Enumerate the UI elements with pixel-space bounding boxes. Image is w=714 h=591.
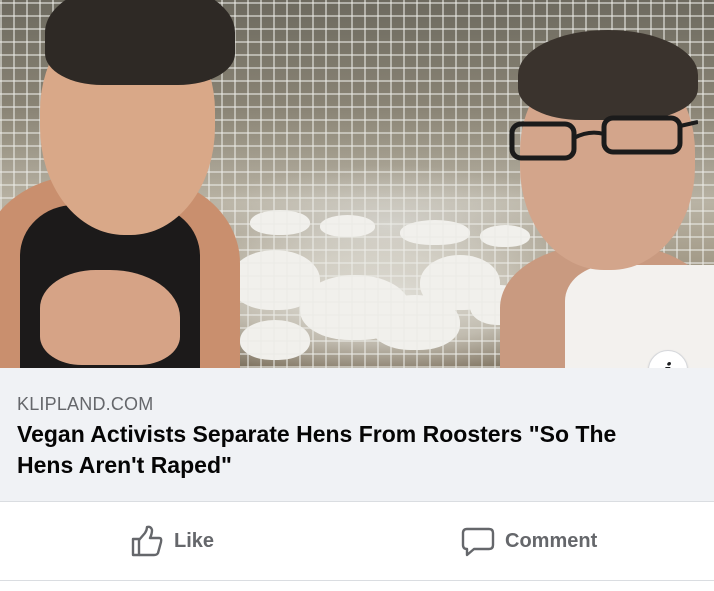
- comment-button[interactable]: Comment: [461, 502, 597, 580]
- person-right-hair: [518, 30, 698, 120]
- post-action-bar: Like Comment: [0, 502, 714, 580]
- divider: [0, 580, 714, 581]
- person-left-hair: [45, 0, 235, 85]
- link-domain: KLIPLAND.COM: [17, 394, 154, 414]
- thumbs-up-icon: [131, 525, 163, 557]
- comment-label: Comment: [505, 529, 598, 552]
- like-label: Like: [174, 529, 215, 552]
- speech-bubble-icon: [461, 527, 495, 557]
- person-right-tank-top: [565, 265, 714, 368]
- link-preview-caption[interactable]: KLIPLAND.COM Vegan Activists Separate He…: [0, 368, 714, 502]
- like-button[interactable]: Like: [130, 502, 214, 580]
- person-left-hand: [40, 270, 180, 365]
- link-headline[interactable]: Vegan Activists Separate Hens From Roost…: [17, 419, 677, 481]
- facebook-link-post: i KLIPLAND.COM Vegan Activists Separate …: [0, 0, 714, 591]
- glasses-icon: [509, 115, 698, 161]
- link-preview-image[interactable]: [0, 0, 714, 368]
